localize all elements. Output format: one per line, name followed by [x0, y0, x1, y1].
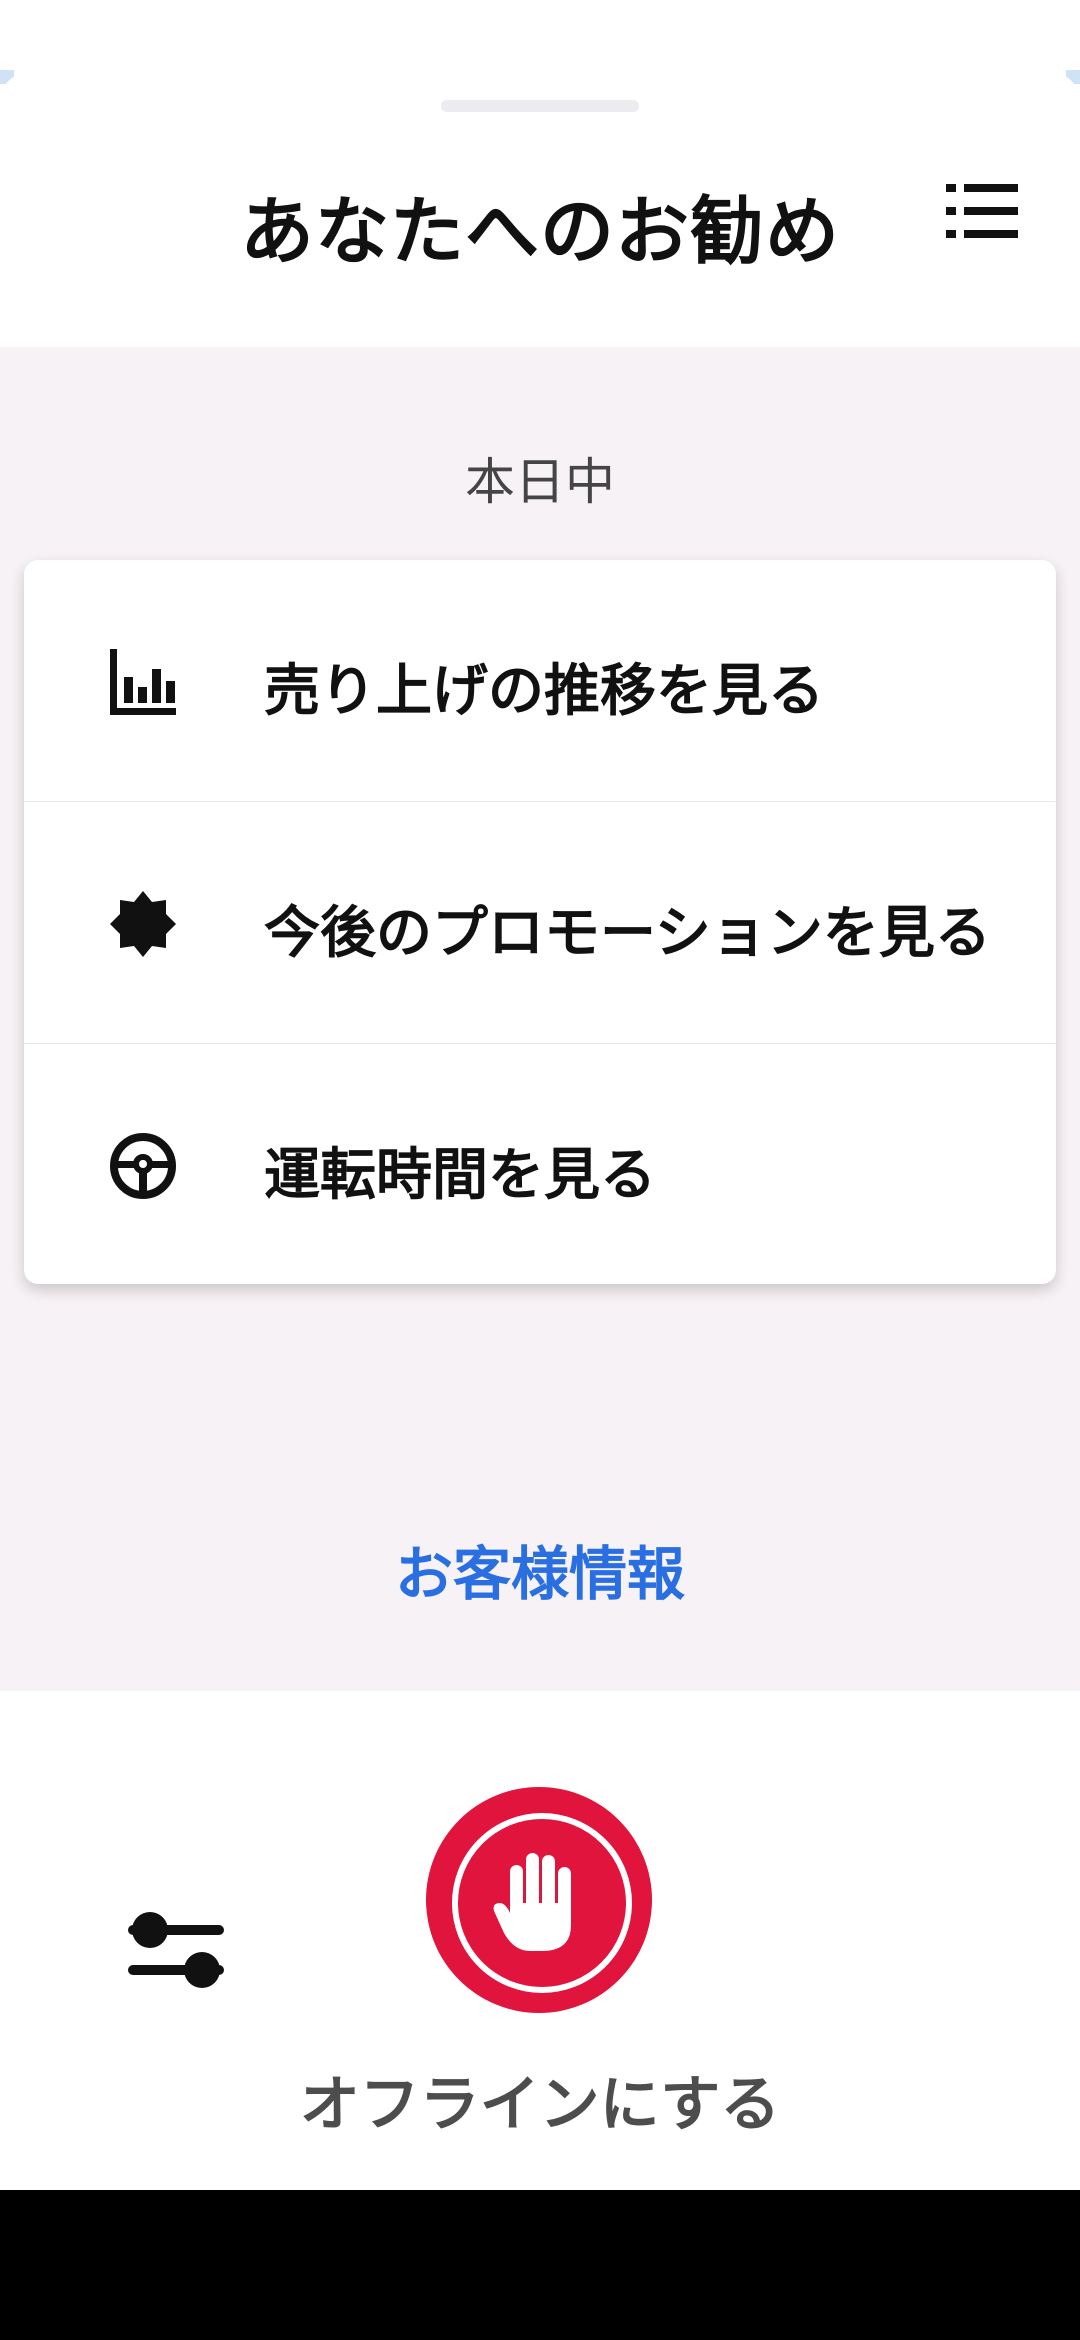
sliders-icon[interactable]: [126, 1901, 226, 2001]
page-title: あなたへのお勧め: [240, 189, 840, 275]
system-nav-bar: [0, 2190, 1080, 2340]
sheet-header: あなたへのお勧め: [0, 72, 1080, 347]
drag-handle[interactable]: [441, 100, 639, 112]
list-icon[interactable]: [946, 182, 1018, 240]
top-strip: [0, 0, 1080, 84]
list-item-driving-time[interactable]: 運転時間を見る: [24, 1044, 1056, 1285]
list-item-label: 売り上げの推移を見る: [264, 659, 824, 724]
list-item-label: 運転時間を見る: [264, 1143, 656, 1208]
promotion-badge-icon: [110, 891, 176, 957]
recommendations-panel: 本日中 売り上げの推移を見る 今後のプロモーションを見る 運転時間を見る お客様…: [0, 347, 1080, 1691]
go-offline-label: オフラインにする: [299, 2070, 781, 2140]
bottom-controls: オフラインにする: [0, 1691, 1080, 2190]
bar-chart-icon: [110, 649, 176, 715]
list-item-label: 今後のプロモーションを見る: [264, 901, 991, 966]
steering-wheel-icon: [110, 1133, 176, 1199]
recommendations-card: 売り上げの推移を見る 今後のプロモーションを見る 運転時間を見る: [24, 560, 1056, 1284]
bottom-sheet: あなたへのお勧め 本日中 売り上げの推移を見る 今後のプロモーションを見る 運転…: [0, 72, 1080, 2190]
list-item-promotions[interactable]: 今後のプロモーションを見る: [24, 802, 1056, 1043]
customer-info-link[interactable]: お客様情報: [0, 1527, 1080, 1611]
go-offline-button[interactable]: [426, 1787, 652, 2013]
list-item-sales-trend[interactable]: 売り上げの推移を見る: [24, 560, 1056, 801]
section-label-today: 本日中: [465, 453, 615, 511]
hand-stop-icon: [493, 1853, 571, 1951]
